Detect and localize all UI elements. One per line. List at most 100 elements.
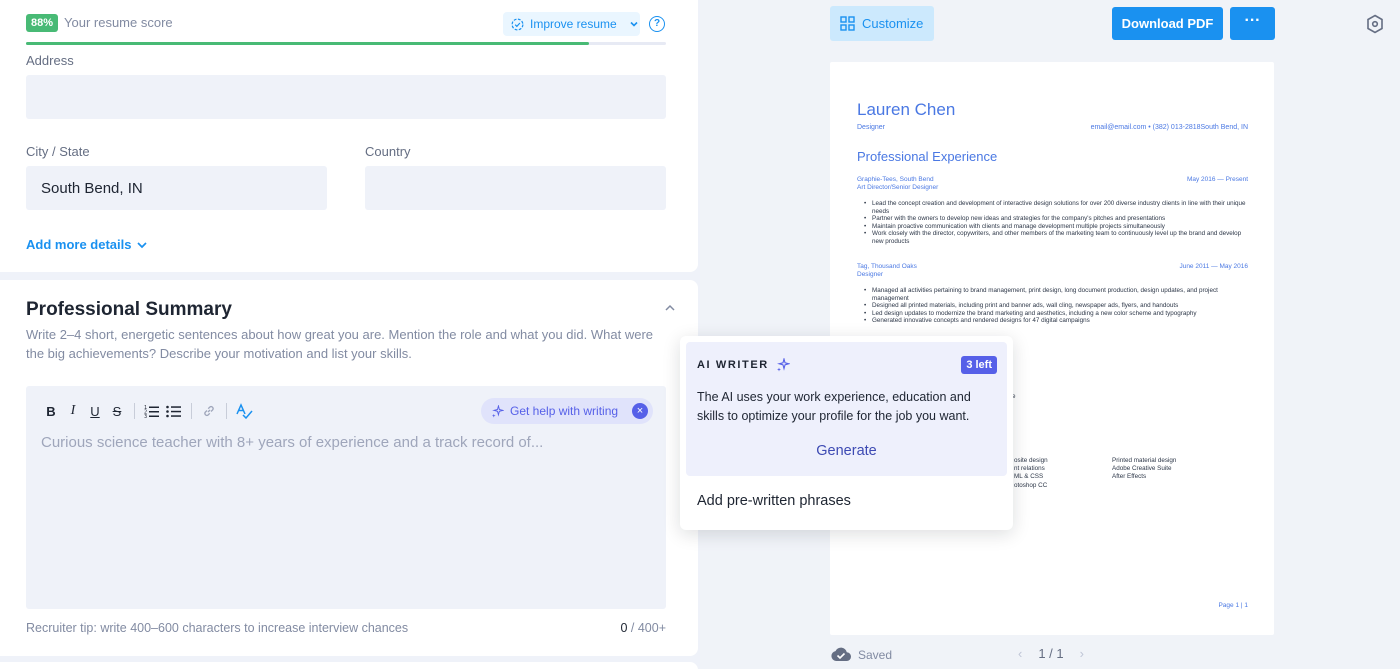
preview-panel: Customize Download PDF ··· Lauren Chen D… [700,0,1400,669]
get-help-writing-label: Get help with writing [510,404,619,418]
country-input[interactable] [365,166,666,210]
check-circle-icon [511,18,524,30]
resume-skill: nt relations [1014,465,1045,473]
add-prewritten-phrases-button[interactable]: Add pre-written phrases [697,493,851,509]
resume-bullet: Lead the concept creation and developmen… [864,200,1249,215]
resume-job-company-name: Tag, Thousand Oaks [857,263,917,270]
resume-bullet: Managed all activities pertaining to bra… [864,287,1249,302]
next-page-button[interactable]: › [1080,646,1084,661]
resume-job-title: Art Director/Senior Designer [857,184,939,191]
cloud-check-icon [831,647,852,662]
resume-job-bullets: Lead the concept creation and developmen… [864,200,1249,246]
get-help-writing-button[interactable]: Get help with writing × [481,398,653,424]
city-state-label: City / State [26,144,90,159]
spellcheck-icon [236,403,253,419]
resume-skill: otoshop CC [1014,481,1048,489]
resume-name: Lauren Chen [857,100,956,119]
resume-contact: email@email.com • (382) 013-2818South Be… [1090,124,1248,131]
link-button[interactable] [198,401,220,421]
saved-label: Saved [858,647,893,662]
more-options-button[interactable]: ··· [1230,7,1275,40]
chevron-down-icon [630,21,638,27]
chevron-down-icon [137,241,148,248]
resume-skill: After Effects [1112,473,1147,481]
summary-editor[interactable]: B I U S 123 Get help with writing × Curi… [26,386,666,609]
resume-skills-column-1: osite design nt relations ML & CSS otosh… [1014,457,1048,490]
page-indicator: 1 / 1 [1038,646,1064,661]
resume-bullet: Partner with the owners to develop new i… [864,215,1249,223]
resume-skill: Printed material design [1112,457,1177,464]
score-progress-fill [26,42,590,45]
improve-resume-label: Improve resume [530,17,617,31]
summary-description: Write 2–4 short, energetic sentences abo… [26,327,654,361]
add-more-details-link[interactable]: Add more details [26,237,148,252]
close-icon[interactable]: × [632,403,648,419]
resume-skill: ML & CSS [1014,473,1044,481]
underline-button[interactable]: U [84,401,106,421]
resume-job-company-name: Graphie-Tees, South Bend [857,176,934,183]
score-progress-track [26,42,666,45]
address-label: Address [26,53,74,68]
bullet-list-button[interactable] [163,401,185,421]
ordered-list-icon: 123 [144,405,159,418]
score-label: Your resume score [64,15,173,30]
generate-button[interactable]: Generate [686,443,1007,459]
customize-button[interactable]: Customize [830,6,934,41]
resume-job-dates: June 2011 — May 2016 [1179,263,1248,270]
resume-skills-column-2: Printed material design Adobe Creative S… [1112,457,1176,482]
help-icon[interactable]: ? [649,16,665,32]
save-status: Saved [830,647,892,662]
bold-button[interactable]: B [40,401,62,421]
toolbar-divider [226,403,227,419]
resume-bullet: Work closely with the director, copywrit… [864,230,1249,245]
summary-title: Professional Summary [26,299,232,320]
resume-section-experience: Professional Experience [857,149,998,164]
customize-label: Customize [862,16,924,31]
grid-icon [840,16,855,31]
character-counter: 0 / 400+ [620,621,666,635]
improve-resume-button[interactable]: Improve resume [503,12,640,36]
professional-summary-card: Professional Summary Write 2–4 short, en… [0,280,698,656]
ai-writer-description: The AI uses your work experience, educat… [697,390,971,423]
chevron-up-icon[interactable] [664,302,676,314]
resume-bullet: Maintain proactive communication with cl… [864,223,1249,231]
download-pdf-button[interactable]: Download PDF [1112,7,1223,40]
sparkle-icon [491,404,504,418]
resume-job-company: Graphie-Tees, South Bend Art Director/Se… [857,176,938,192]
strikethrough-button[interactable]: S [106,401,128,421]
score-badge: 88% [26,14,59,32]
hexagon-settings-icon[interactable] [1366,14,1384,34]
ai-writer-popup: AI WRITER 3 left The AI uses your work e… [680,336,1013,530]
ai-writer-box: AI WRITER 3 left The AI uses your work e… [686,342,1007,476]
next-section-card [0,662,698,669]
city-state-input[interactable]: South Bend, IN [26,166,327,210]
svg-text:3: 3 [144,414,147,418]
spellcheck-button[interactable] [233,401,255,421]
summary-placeholder: Curious science teacher with 8+ years of… [41,434,544,451]
prev-page-button[interactable]: ‹ [1018,646,1022,661]
bullet-list-icon [166,405,181,418]
resume-skill: Adobe Creative Suite [1112,465,1172,473]
page-navigator: ‹ 1 / 1 › [1018,646,1084,661]
resume-score-bar: 88% Your resume score Improve resume ? [26,12,666,36]
resume-bullet: Designed all printed materials, includin… [864,302,1249,310]
resume-bullet: Generated innovative concepts and render… [864,317,1249,325]
italic-button[interactable]: I [62,401,84,421]
ai-credits-badge: 3 left [961,356,997,374]
resume-role: Designer [857,124,886,131]
character-max: / 400+ [627,621,666,635]
resume-job-title: Designer [857,271,884,278]
ordered-list-button[interactable]: 123 [141,401,163,421]
link-icon [204,405,214,417]
ai-writer-title: AI WRITER [697,358,790,372]
resume-skill: osite design [1014,457,1048,464]
editor-panel: 88% Your resume score Improve resume ? A… [0,0,700,669]
resume-job-company: Tag, Thousand Oaks Designer [857,263,917,279]
country-label: Country [365,144,411,159]
resume-bullet: Led design updates to modernize the bran… [864,310,1249,318]
address-input[interactable] [26,75,666,119]
resume-job-dates: May 2016 — Present [1186,176,1248,183]
resume-page-number: Page 1 | 1 [1218,602,1248,609]
toolbar-divider [191,403,192,419]
editor-toolbar: B I U S 123 [40,401,255,421]
